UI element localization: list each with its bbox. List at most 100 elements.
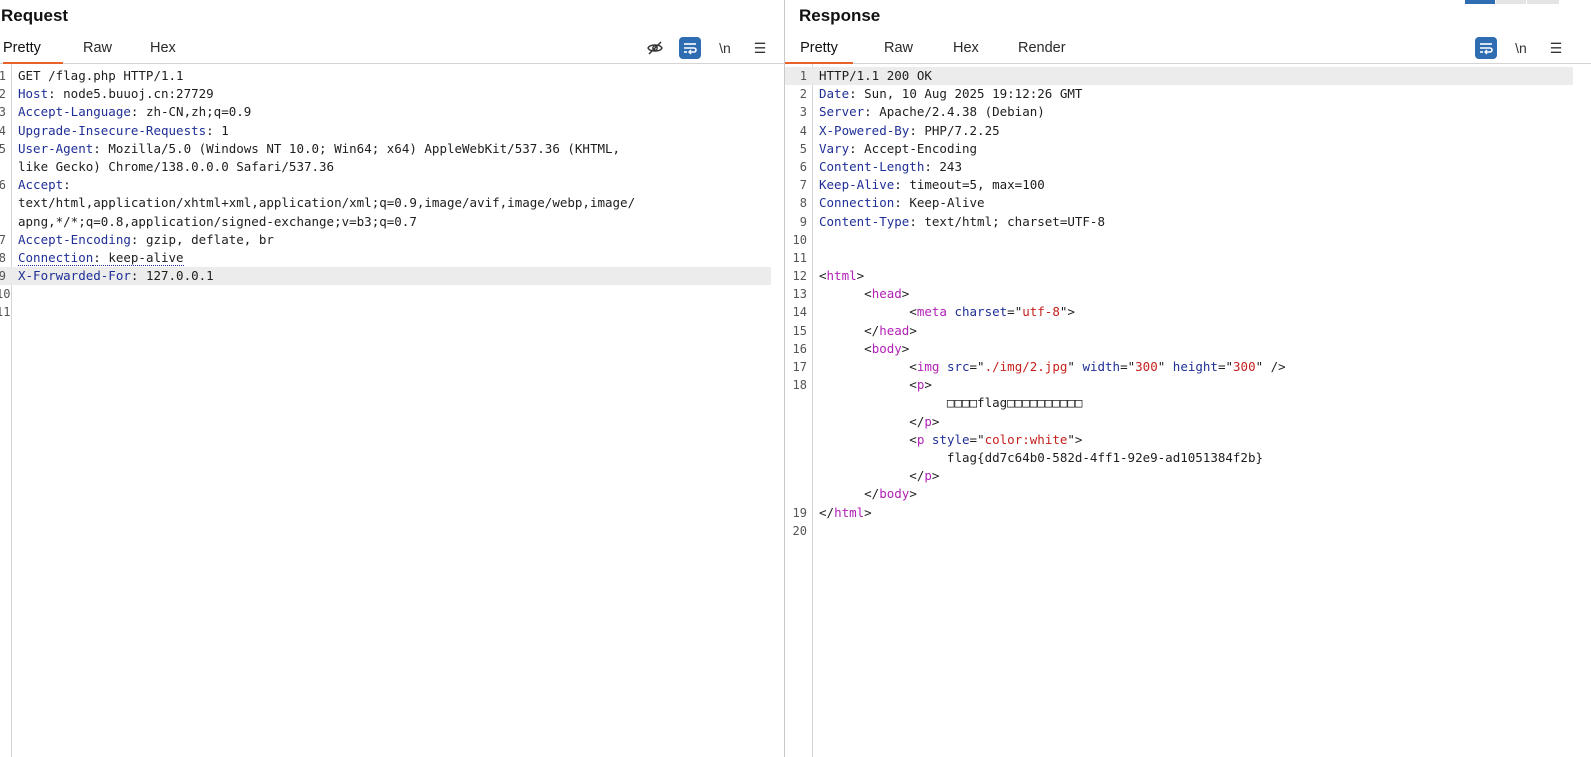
code-token: X-Powered-By	[819, 122, 910, 138]
code-line[interactable]: 6 Content-Length: 243	[785, 158, 1573, 176]
code-line[interactable]: 2 Date: Sun, 10 Aug 2025 19:12:26 GMT	[785, 85, 1573, 103]
code-text: GET /flag.php HTTP/1.1	[18, 67, 184, 85]
word-wrap-icon[interactable]	[679, 37, 701, 59]
code-text: Vary: Accept-Encoding	[819, 140, 977, 158]
code-token: Server	[819, 104, 865, 120]
response-editor[interactable]: 1 HTTP/1.1 200 OK 2 Date: Sun, 10 Aug 2025 …	[785, 64, 1591, 757]
code-line[interactable]: <p style="color:white">	[785, 431, 1573, 449]
code-line[interactable]: </p>	[785, 413, 1573, 431]
menu-icon[interactable]: ☰	[1545, 37, 1567, 59]
request-title: Request	[1, 6, 69, 25]
code-line[interactable]: 15 </head>	[785, 322, 1573, 340]
request-tabs: Pretty Raw Hex	[0, 34, 785, 64]
code-text: Date: Sun, 10 Aug 2025 19:12:26 GMT	[819, 85, 1082, 103]
code-line[interactable]: 5 Vary: Accept-Encoding	[785, 140, 1573, 158]
code-line[interactable]: □□□□flag□□□□□□□□□□	[785, 394, 1573, 412]
code-line[interactable]: 16 <body>	[785, 340, 1573, 358]
newline-toggle-icon[interactable]: \n	[1510, 37, 1532, 59]
code-line[interactable]: 14 <meta charset="utf-8">	[785, 303, 1573, 321]
request-code[interactable]: 1 GET /flag.php HTTP/1.1 2 Host: node5.buuo…	[0, 67, 771, 322]
code-line[interactable]: apng,*/*;q=0.8,application/signed-exchan…	[0, 213, 771, 231]
code-token: Keep-Alive	[819, 177, 895, 193]
code-token: 300	[1233, 359, 1256, 374]
hide-eye-icon[interactable]	[644, 37, 666, 59]
code-line[interactable]: 9 Content-Type: text/html; charset=UTF-8	[785, 213, 1573, 231]
tab-hex[interactable]: Hex	[953, 34, 979, 62]
code-token: <	[819, 377, 917, 393]
code-line[interactable]: 8 Connection: keep-alive	[0, 249, 771, 267]
tab-render[interactable]: Render	[1018, 34, 1066, 62]
code-line[interactable]: 4 Upgrade-Insecure-Requests: 1	[0, 122, 771, 140]
line-number: 17	[792, 360, 807, 374]
code-token: >	[909, 322, 917, 338]
code-line[interactable]: 5 User-Agent: Mozilla/5.0 (Windows NT 10.…	[0, 140, 771, 158]
code-line[interactable]: 11	[0, 303, 771, 321]
code-text: <html>	[819, 267, 864, 285]
word-wrap-icon[interactable]	[1475, 37, 1497, 59]
code-token: >	[909, 486, 917, 502]
code-token: html	[834, 504, 865, 520]
code-line[interactable]: 19 </html>	[785, 504, 1573, 522]
layout-toggle[interactable]	[1465, 0, 1559, 4]
code-line[interactable]: flag{dd7c64b0-582d-4ff1-92e9-ad1051384f2…	[785, 449, 1573, 467]
line-number: 9	[799, 214, 807, 229]
line-number: 2	[799, 87, 807, 102]
tab-raw[interactable]: Raw	[884, 34, 913, 62]
tab-pretty[interactable]: Pretty	[3, 34, 63, 64]
code-token: >	[901, 286, 910, 302]
code-line[interactable]: 13 <head>	[785, 285, 1573, 303]
line-number: 8	[0, 250, 6, 265]
menu-icon[interactable]: ☰	[749, 37, 771, 59]
code-token: ">	[1067, 431, 1083, 447]
code-line[interactable]: 8 Connection: Keep-Alive	[785, 194, 1573, 212]
code-line[interactable]: 3 Accept-Language: zh-CN,zh;q=0.9	[0, 103, 771, 121]
line-number: 11	[0, 305, 11, 320]
code-line[interactable]: 7 Accept-Encoding: gzip, deflate, br	[0, 231, 771, 249]
code-line[interactable]: 6 Accept:	[0, 176, 771, 194]
tab-pretty[interactable]: Pretty	[785, 34, 853, 64]
code-token: html	[826, 268, 857, 284]
code-text: </p>	[819, 413, 939, 431]
code-line[interactable]: 3 Server: Apache/2.4.38 (Debian)	[785, 103, 1573, 121]
code-line[interactable]: 10	[785, 231, 1573, 249]
code-line[interactable]: 11	[785, 249, 1573, 267]
line-number: 16	[792, 341, 807, 356]
tab-raw[interactable]: Raw	[83, 34, 112, 62]
code-token: >	[856, 268, 865, 284]
code-line[interactable]: 10	[0, 285, 771, 303]
code-token: X-Forwarded-For	[18, 268, 131, 284]
line-number: 1	[799, 69, 807, 83]
tab-hex[interactable]: Hex	[150, 34, 176, 62]
code-line[interactable]: 1 HTTP/1.1 200 OK	[785, 67, 1573, 86]
code-token: >	[931, 468, 940, 484]
code-line[interactable]: 9 X-Forwarded-For: 127.0.0.1	[0, 267, 771, 286]
code-line[interactable]: </p>	[785, 467, 1573, 485]
code-line[interactable]: 12 <html>	[785, 267, 1573, 285]
code-token: ="	[969, 431, 985, 447]
request-editor[interactable]: 1 GET /flag.php HTTP/1.1 2 Host: node5.buuo…	[0, 64, 785, 757]
code-line[interactable]: like Gecko) Chrome/138.0.0.0 Safari/537.…	[0, 158, 771, 176]
code-text: like Gecko) Chrome/138.0.0.0 Safari/537.…	[18, 158, 334, 176]
code-line[interactable]: 4 X-Powered-By: PHP/7.2.25	[785, 122, 1573, 140]
code-token: >	[864, 504, 872, 520]
newline-toggle-icon[interactable]: \n	[714, 37, 736, 59]
response-code[interactable]: 1 HTTP/1.1 200 OK 2 Date: Sun, 10 Aug 2025 …	[785, 67, 1573, 540]
code-token: GET /flag.php HTTP/1.1	[18, 68, 184, 83]
code-line[interactable]: 20	[785, 522, 1573, 540]
code-line[interactable]: 2 Host: node5.buuoj.cn:27729	[0, 85, 771, 103]
code-token: Upgrade-Insecure-Requests	[18, 122, 207, 138]
code-token: Accept-Language	[18, 104, 131, 120]
code-token: Accept	[18, 177, 64, 193]
code-line[interactable]: </body>	[785, 485, 1573, 503]
code-text: X-Forwarded-For: 127.0.0.1	[18, 267, 214, 285]
code-line[interactable]: text/html,application/xhtml+xml,applicat…	[0, 194, 771, 212]
code-token: p	[924, 468, 932, 484]
code-line[interactable]: 1 GET /flag.php HTTP/1.1	[0, 67, 771, 85]
code-line[interactable]: 18 <p>	[785, 376, 1573, 394]
code-line[interactable]: 17 <img src="./img/2.jpg" width="300" he…	[785, 358, 1573, 376]
line-number: 19	[792, 505, 807, 520]
code-text: □□□□flag□□□□□□□□□□	[819, 394, 1082, 412]
code-line[interactable]: 7 Keep-Alive: timeout=5, max=100	[785, 176, 1573, 194]
